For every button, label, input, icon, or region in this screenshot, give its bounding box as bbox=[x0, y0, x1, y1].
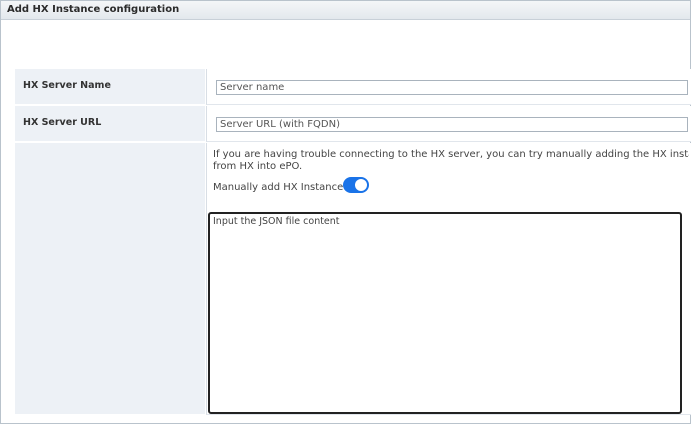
manual-label-cell bbox=[15, 143, 205, 415]
server-url-input[interactable] bbox=[216, 117, 688, 132]
server-name-label-cell: HX Server Name bbox=[15, 69, 205, 105]
panel-header: Add HX Instance configuration bbox=[1, 1, 690, 20]
server-url-label-cell: HX Server URL bbox=[15, 106, 205, 142]
server-name-input[interactable] bbox=[216, 80, 688, 95]
manual-help-line-1: If you are having trouble connecting to … bbox=[213, 149, 689, 160]
json-content-textarea[interactable] bbox=[208, 212, 682, 414]
server-url-label: HX Server URL bbox=[23, 117, 102, 128]
server-name-label: HX Server Name bbox=[23, 80, 111, 91]
toggle-knob bbox=[355, 179, 367, 191]
manual-help-line-2: from HX into ePO. bbox=[213, 161, 303, 172]
manual-add-label: Manually add HX Instance bbox=[213, 182, 344, 193]
manual-help-text: If you are having trouble connecting to … bbox=[213, 149, 689, 173]
panel-title: Add HX Instance configuration bbox=[7, 4, 180, 15]
manual-add-toggle[interactable] bbox=[343, 177, 369, 193]
